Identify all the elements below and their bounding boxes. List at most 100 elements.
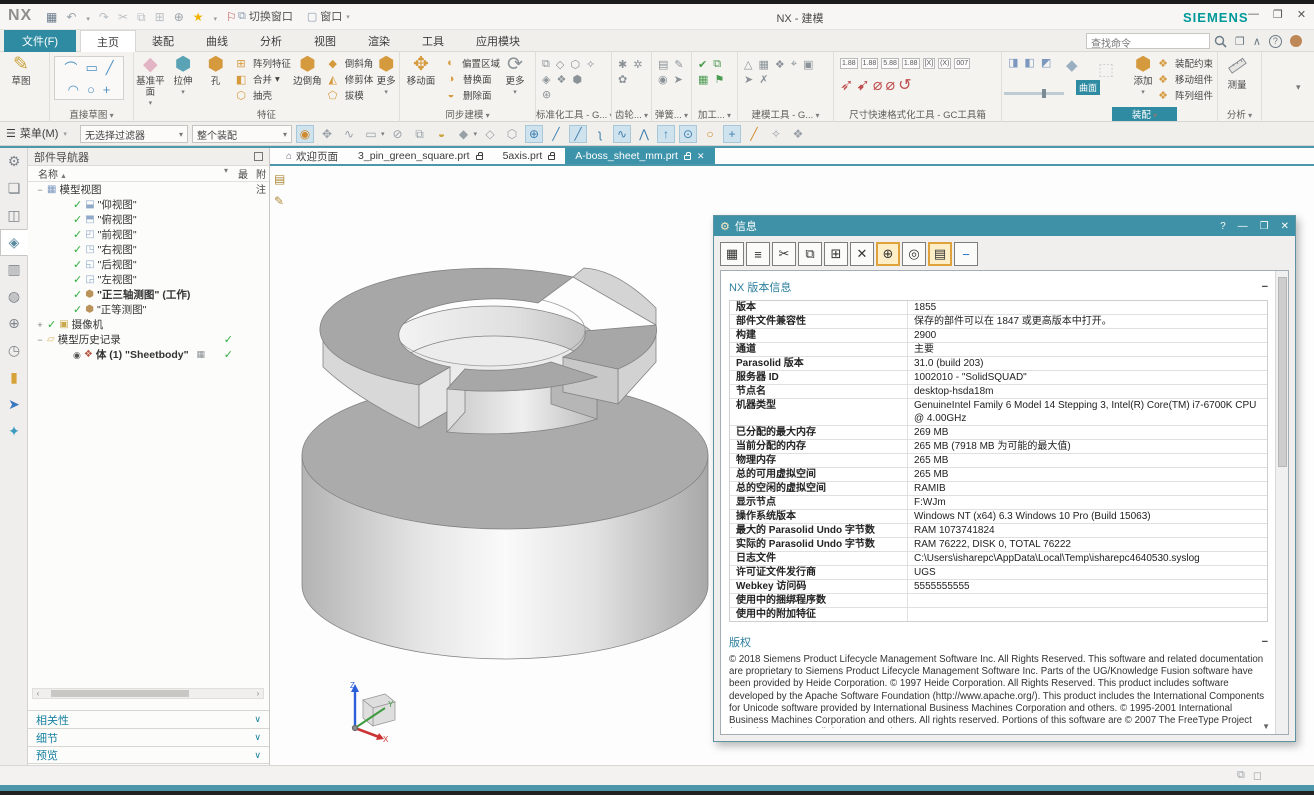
shell-button[interactable]: ⬡抽壳	[232, 87, 291, 103]
column-mid[interactable]: 最	[238, 166, 248, 181]
modeling-tool-icon[interactable]: ❖	[775, 58, 785, 71]
polyline-snap-icon[interactable]: ⋀	[635, 125, 653, 143]
tangent-snap-icon[interactable]: ╱	[745, 125, 763, 143]
paste-icon[interactable]: ⊞	[155, 9, 165, 25]
dim-format-icon[interactable]: ↺	[898, 75, 911, 95]
sketch-button[interactable]: ✎ 草图	[2, 52, 40, 87]
check-icon[interactable]	[73, 273, 82, 286]
point-on-curve-icon[interactable]: ⊕	[525, 125, 543, 143]
tab-file[interactable]: 文件(F)	[4, 30, 76, 52]
dim-format-chip[interactable]: [X]	[923, 58, 936, 69]
navigator-horizontal-scrollbar[interactable]: ‹ ›	[32, 688, 264, 699]
panel-maximize-icon[interactable]	[254, 152, 263, 161]
machining-tool-icon[interactable]: ▦	[698, 73, 708, 86]
check-icon[interactable]	[73, 288, 82, 301]
standardize-tool-icon[interactable]: ⊛	[542, 88, 551, 101]
midpoint-snap-icon[interactable]: ❖	[789, 125, 807, 143]
chamfer-button[interactable]: ◆倒斜角	[324, 55, 374, 71]
standardize-tool-icon[interactable]: ✧	[586, 58, 595, 71]
sketch-tool-icon[interactable]: ◠	[68, 82, 79, 98]
help-icon[interactable]: ?	[1269, 35, 1282, 48]
roles-icon[interactable]: ✦	[0, 418, 28, 445]
move-component-button[interactable]: ❖移动组件	[1154, 71, 1216, 87]
view-section-icon[interactable]: ◧	[1024, 56, 1034, 69]
ribbon-tab[interactable]: 主页	[80, 30, 136, 52]
tree-item[interactable]: ◰ "前视图"	[28, 227, 269, 242]
dim-format-icon[interactable]: ⌀	[885, 75, 895, 95]
command-finder-icon[interactable]: ⚐	[226, 9, 237, 25]
tree-item[interactable]: ⬢ "正等测图"	[28, 302, 269, 317]
machining-tool-icon[interactable]: ✔	[698, 58, 707, 71]
tree-expander-icon[interactable]: +	[36, 320, 44, 330]
radio-icon[interactable]	[73, 349, 81, 361]
ribbon-tab[interactable]: 渲染	[352, 30, 406, 52]
dim-format-chip[interactable]: 1.88	[861, 58, 879, 69]
check-icon[interactable]	[47, 318, 56, 331]
gear-icon[interactable]: ⚙	[0, 148, 28, 175]
dim-format-icon[interactable]: ⌀	[873, 75, 883, 95]
gear-tool-icon[interactable]: ✲	[633, 58, 642, 71]
check-icon[interactable]	[73, 213, 82, 226]
ribbon-tab[interactable]: 应用模块	[460, 30, 536, 52]
modeling-tool-icon[interactable]: ➤	[744, 73, 753, 86]
model-3d[interactable]	[298, 222, 728, 670]
menu-button[interactable]: ☰ 菜单(M)	[6, 125, 67, 141]
surface-mode-chip[interactable]: 曲面	[1076, 80, 1100, 95]
redo-icon[interactable]: ↷	[99, 9, 109, 25]
standardize-tool-icon[interactable]: ❖	[556, 73, 566, 86]
spring-tool-icon[interactable]: ✎	[674, 58, 683, 71]
cut-icon[interactable]: ✂	[772, 242, 796, 266]
select-group-icon[interactable]: ⧉	[411, 125, 429, 143]
group-label-feature[interactable]: 特征	[134, 107, 399, 121]
line-snap-icon[interactable]: ╱	[547, 125, 565, 143]
snap-point-icon[interactable]: ◉	[296, 125, 314, 143]
scrollbar-thumb[interactable]	[51, 690, 189, 697]
section-collapse-icon[interactable]: −	[1262, 636, 1268, 648]
select-rect-icon[interactable]: ▭	[362, 125, 380, 143]
ribbon-overflow-icon[interactable]: ▾	[1296, 82, 1301, 93]
dialog-close-button[interactable]: ✕	[1281, 221, 1289, 232]
minimize-ribbon-icon[interactable]: ∧	[1253, 35, 1261, 48]
copy-icon[interactable]: ⧉	[798, 242, 822, 266]
gear-tool-icon[interactable]: ✱	[618, 58, 627, 71]
tree-item[interactable]: − ▱ 模型历史记录	[28, 332, 269, 347]
copy-icon[interactable]: ⧉	[137, 9, 146, 25]
navigator-section-header[interactable]: 细节	[28, 728, 269, 746]
machining-tool-icon[interactable]: ⧉	[713, 58, 721, 71]
modeling-tool-icon[interactable]: ▦	[758, 58, 768, 71]
modeling-tool-icon[interactable]: ▣	[803, 58, 813, 71]
vertex-snap-icon[interactable]: ↑	[657, 125, 675, 143]
sketch-tool-icon[interactable]: ○	[87, 82, 95, 97]
group-label-direct-sketch[interactable]: 直接草图	[50, 107, 133, 121]
dim-format-chip[interactable]: 1.88	[840, 58, 858, 69]
view-section-icon[interactable]: ◩	[1041, 56, 1051, 69]
tree-expander-icon[interactable]: −	[36, 335, 44, 345]
paste-icon[interactable]: ⊞	[824, 242, 848, 266]
spring-tool-icon[interactable]: ➤	[674, 73, 683, 86]
column-filter-icon[interactable]: ▾	[224, 166, 228, 175]
group-label-gear[interactable]: 齿轮...	[612, 107, 651, 121]
sketch-tool-palette[interactable]: ⌒▭╱◠○+	[54, 56, 124, 100]
group-label-synchronous[interactable]: 同步建模	[400, 107, 535, 121]
tree-item[interactable]: ◲ "左视图"	[28, 272, 269, 287]
spring-tool-icon[interactable]: ▤	[658, 58, 668, 71]
trim-body-button[interactable]: ◭修剪体	[324, 71, 374, 87]
view-section-icon[interactable]: ◨	[1008, 56, 1018, 69]
clipboard-mini-icon[interactable]: ▤	[274, 172, 285, 186]
spline-snap-icon[interactable]: ∿	[613, 125, 631, 143]
pattern-feature-button[interactable]: ⊞阵列特征	[232, 55, 291, 71]
tree-item[interactable]: + ▣ 摄像机	[28, 317, 269, 332]
standardize-tool-icon[interactable]: ⬢	[572, 73, 582, 86]
check-icon[interactable]	[73, 198, 82, 211]
tree-item[interactable]: ⬒ "俯视图"	[28, 212, 269, 227]
caret-icon[interactable]	[213, 8, 218, 26]
check-icon[interactable]	[73, 303, 82, 316]
column-name[interactable]: 名称	[38, 166, 67, 181]
caret-icon[interactable]	[85, 8, 90, 26]
dim-format-chip[interactable]: (X)	[938, 58, 951, 69]
center-snap-icon[interactable]: ⊙	[679, 125, 697, 143]
modeling-tool-icon[interactable]: ✗	[759, 73, 768, 86]
fullscreen-icon[interactable]: ❐	[1235, 35, 1245, 48]
maximize-button[interactable]: ❐	[1273, 8, 1283, 21]
tree-item[interactable]: ⬓ "仰视图"	[28, 197, 269, 212]
